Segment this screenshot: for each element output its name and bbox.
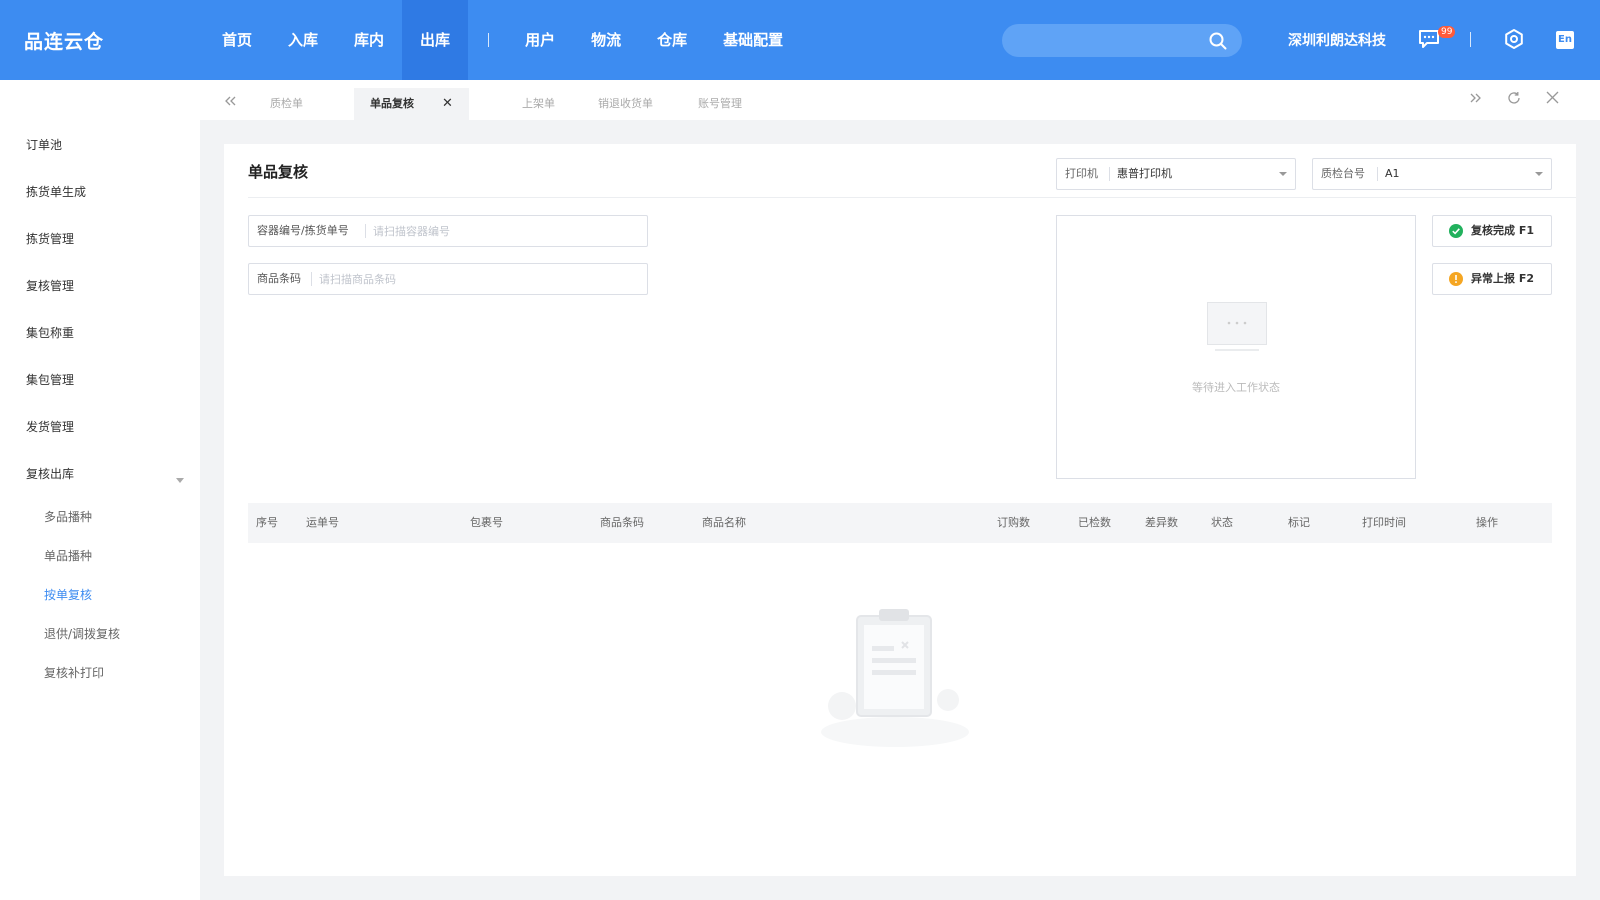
work-status-box: 等待进入工作状态 [1056, 215, 1416, 479]
nav-inbound[interactable]: 入库 [270, 0, 336, 80]
top-bar: 品连云仓 首页 入库 库内 出库 用户 物流 仓库 基础配置 深圳利朗达科技 9… [0, 0, 1600, 80]
select-divider [1109, 167, 1110, 181]
sidebar-item-picking-management[interactable]: 拣货管理 [26, 230, 74, 247]
sidebar-subitem-return-transfer-review[interactable]: 退供/调拨复核 [44, 625, 120, 642]
nav-warehouse[interactable]: 仓库 [639, 0, 705, 80]
field-divider [365, 224, 366, 238]
message-icon[interactable] [1418, 29, 1440, 49]
empty-clipboard-icon [821, 609, 969, 747]
column-header[interactable]: 序号 [256, 503, 278, 543]
container-field: 容器编号/拣货单号 [248, 215, 648, 247]
column-header[interactable]: 已检数 [1078, 503, 1111, 543]
nav-users[interactable]: 用户 [507, 0, 573, 80]
waiting-status-text: 等待进入工作状态 [1192, 381, 1280, 394]
sidebar-item-package-management[interactable]: 集包管理 [26, 371, 74, 388]
tab-shelving[interactable]: 上架单 [522, 88, 555, 120]
column-header[interactable]: 差异数 [1145, 503, 1178, 543]
column-header[interactable]: 状态 [1211, 503, 1233, 543]
printer-value: 惠普打印机 [1117, 167, 1172, 180]
field-divider [311, 272, 312, 286]
nav-inventory[interactable]: 库内 [336, 0, 402, 80]
nav-outbound[interactable]: 出库 [402, 0, 469, 80]
nav-basic-config[interactable]: 基础配置 [705, 0, 801, 80]
sidebar-item-review-outbound[interactable]: 复核出库 [26, 465, 74, 482]
sidebar-item-package-weighing[interactable]: 集包称重 [26, 324, 74, 341]
global-search-input[interactable] [1002, 24, 1242, 57]
printer-select[interactable]: 打印机 惠普打印机 [1056, 158, 1296, 190]
container-label: 容器编号/拣货单号 [257, 224, 349, 237]
station-label: 质检台号 [1321, 167, 1365, 180]
column-header[interactable]: 商品名称 [702, 503, 746, 543]
warning-circle-icon [1449, 272, 1463, 286]
chevron-down-icon[interactable] [176, 478, 184, 484]
close-all-icon[interactable] [1546, 91, 1559, 104]
station-select[interactable]: 质检台号 A1 [1312, 158, 1552, 190]
table-header: 序号 运单号 包裹号 商品条码 商品名称 订购数 已检数 差异数 状态 标记 打… [248, 503, 1552, 543]
company-name[interactable]: 深圳利朗达科技 [1288, 30, 1386, 50]
station-value: A1 [1385, 167, 1400, 180]
page-title: 单品复核 [248, 163, 309, 181]
column-header[interactable]: 订购数 [997, 503, 1030, 543]
tab-account-management[interactable]: 账号管理 [698, 88, 742, 120]
chevron-down-icon [1279, 172, 1287, 176]
sidebar-item-shipping-management[interactable]: 发货管理 [26, 418, 74, 435]
sidebar-subitem-multi-sowing[interactable]: 多品播种 [44, 508, 92, 525]
refresh-icon[interactable] [1507, 91, 1521, 105]
language-toggle-button[interactable]: En [1556, 31, 1574, 49]
tab-bar: 质检单 单品复核 ✕ 上架单 销退收货单 账号管理 [200, 80, 1600, 120]
nav-divider [488, 33, 490, 47]
sidebar-item-order-pool[interactable]: 订单池 [26, 136, 62, 153]
header-divider [248, 197, 1576, 198]
sidebar-subitem-single-sowing[interactable]: 单品播种 [44, 547, 92, 564]
tab-quality-check[interactable]: 质检单 [270, 88, 303, 120]
column-header[interactable]: 打印时间 [1362, 503, 1406, 543]
review-complete-button[interactable]: 复核完成 F1 [1432, 215, 1552, 247]
tab-single-review-label: 单品复核 [370, 97, 414, 110]
close-icon[interactable]: ✕ [442, 96, 453, 111]
chevron-down-icon [1535, 172, 1543, 176]
header-divider [1470, 32, 1471, 47]
message-badge: 99 [1438, 26, 1456, 38]
column-header[interactable]: 包裹号 [470, 503, 503, 543]
tab-return-receipt[interactable]: 销退收货单 [598, 88, 653, 120]
main-panel: 单品复核 打印机 惠普打印机 质检台号 A1 容器编号/拣货单号 商品条码 等待… [224, 144, 1576, 876]
tab-single-review[interactable]: 单品复核 ✕ [354, 88, 469, 120]
main-nav: 首页 入库 库内 出库 用户 物流 仓库 基础配置 [204, 0, 801, 80]
exception-report-label: 异常上报 F2 [1471, 272, 1534, 285]
check-circle-icon [1449, 224, 1463, 238]
column-header[interactable]: 商品条码 [600, 503, 644, 543]
scroll-left-icon[interactable] [224, 96, 236, 106]
sidebar-subitem-order-review[interactable]: 按单复核 [44, 586, 92, 603]
column-header[interactable]: 运单号 [306, 503, 339, 543]
sidebar-subitem-review-reprint[interactable]: 复核补打印 [44, 664, 104, 681]
app-logo[interactable]: 品连云仓 [24, 27, 104, 54]
printer-label: 打印机 [1065, 167, 1098, 180]
waiting-screen-icon [1207, 302, 1267, 351]
settings-icon[interactable] [1503, 28, 1525, 50]
sidebar-item-review-management[interactable]: 复核管理 [26, 277, 74, 294]
exception-report-button[interactable]: 异常上报 F2 [1432, 263, 1552, 295]
sidebar: 订单池 拣货单生成 拣货管理 复核管理 集包称重 集包管理 发货管理 复核出库 … [0, 80, 200, 900]
barcode-label: 商品条码 [257, 272, 301, 285]
container-input[interactable] [373, 217, 643, 245]
search-icon[interactable] [1208, 31, 1228, 51]
nav-logistics[interactable]: 物流 [573, 0, 639, 80]
scroll-right-icon[interactable] [1470, 93, 1482, 103]
nav-home[interactable]: 首页 [204, 0, 270, 80]
column-header[interactable]: 操作 [1476, 503, 1498, 543]
column-header[interactable]: 标记 [1288, 503, 1310, 543]
review-complete-label: 复核完成 F1 [1471, 224, 1534, 237]
barcode-input[interactable] [319, 265, 639, 293]
sidebar-item-pick-list-generate[interactable]: 拣货单生成 [26, 183, 86, 200]
barcode-field: 商品条码 [248, 263, 648, 295]
select-divider [1377, 167, 1378, 181]
